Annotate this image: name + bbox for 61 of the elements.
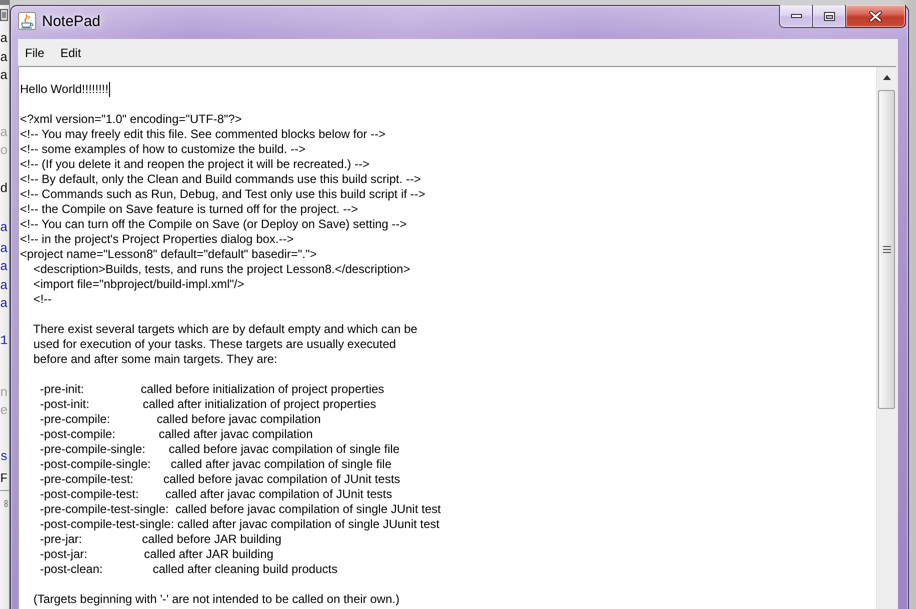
grip-icon <box>882 246 890 253</box>
background-text: d <box>0 181 9 196</box>
vertical-scrollbar[interactable] <box>876 67 896 609</box>
text-line: <!-- You may freely edit this file. See commented blocks below for --> <box>20 127 386 142</box>
text-line: <description>Builds, tests, and runs the project Lesson8.</description> <box>32 262 410 277</box>
background-text: e <box>0 403 9 418</box>
text-line: <?xml version="1.0" encoding="UTF-8"?> <box>20 112 242 127</box>
text-line: <project name="Lesson8" default="default" basedir="."> <box>20 247 317 262</box>
background-text: n <box>0 385 9 400</box>
text-line: -post-compile-single: called after javac compilation of single file <box>39 457 392 472</box>
maximize-button[interactable] <box>813 5 846 28</box>
text-line: <!-- (If you delete it and reopen the project it will be recreated.) --> <box>20 157 370 172</box>
text-line: <import file="nbproject/build-impl.xml"/> <box>32 277 244 292</box>
text-line: (Targets beginning with '-' are not intended to be called on their own.) <box>32 592 400 607</box>
text-line: -post-compile-test-single: called after javac compilation of single JUunit test <box>39 517 440 532</box>
text-line: <!-- You can turn off the Compile on Save (or Deploy on Save) setting --> <box>20 217 407 232</box>
background-text: a <box>0 241 9 256</box>
background-text: o <box>0 143 9 158</box>
text-line: <!-- Commands such as Run, Debug, and Test only use this build script if --> <box>20 187 426 202</box>
window-title: NotePad <box>42 12 100 30</box>
menu-item[interactable]: File <box>18 44 52 62</box>
text-line: used for execution of your tasks. These targets are usually executed <box>32 337 396 352</box>
text-line: -post-jar: called after JAR building <box>39 547 274 562</box>
text-line: <!-- <box>32 292 52 307</box>
text-line: before and after some main targets. They are: <box>32 352 278 367</box>
caret-up-icon <box>882 75 890 80</box>
text-line: -pre-compile-test: called before javac compilation of JUnit tests <box>39 472 400 487</box>
maximize-icon <box>824 12 834 20</box>
text-line: -pre-compile: called before javac compilation <box>39 412 321 427</box>
minimize-icon <box>790 14 802 18</box>
background-text: a <box>0 220 9 235</box>
text-line: -pre-compile-single: called before javac compilation of single file <box>39 442 400 457</box>
text-line: There exist several targets which are by default empty and which can be <box>32 322 418 337</box>
text-line: Hello World!!!!!!!! <box>20 82 108 97</box>
text-line: <!-- By default, only the Clean and Build commands use this build script. --> <box>20 172 421 187</box>
background-text: F <box>0 471 9 486</box>
background-text: a <box>0 68 9 83</box>
background-text: a <box>0 278 9 293</box>
background-text: s <box>0 449 9 464</box>
text-line: <!-- the Compile on Save feature is turned off for the project. --> <box>20 202 358 217</box>
background-text: 1 <box>0 333 9 348</box>
text-line: -pre-jar: called before JAR building <box>39 532 282 547</box>
close-button[interactable] <box>846 5 906 28</box>
background-text: a <box>0 259 9 274</box>
menu-item[interactable]: Edit <box>53 44 88 62</box>
scrollbar-thumb[interactable] <box>878 90 895 409</box>
text-line: -post-compile-test: called after javac compilation of JUnit tests <box>39 487 392 502</box>
background-text: a <box>0 31 9 46</box>
background-text: a <box>0 296 9 311</box>
text-line: <!-- in the project's Project Properties dialog box.--> <box>20 232 294 247</box>
text-line: -pre-compile-test-single: called before javac compilation of single JUnit test <box>39 502 441 517</box>
text-line: -post-compile: called after javac compilation <box>39 427 313 442</box>
background-text: a <box>0 125 9 140</box>
text-line: -post-init: called after initialization of project properties <box>39 397 376 412</box>
text-line: <!-- some examples of how to customize the build. --> <box>20 142 306 157</box>
text-line: -post-clean: called after cleaning build products <box>39 562 338 577</box>
close-icon <box>869 10 882 22</box>
minimize-button[interactable] <box>779 5 813 28</box>
background-text: a <box>0 50 9 65</box>
text-line: -pre-init: called before initialization of project properties <box>39 382 384 397</box>
coffee-cup-icon <box>18 12 36 30</box>
